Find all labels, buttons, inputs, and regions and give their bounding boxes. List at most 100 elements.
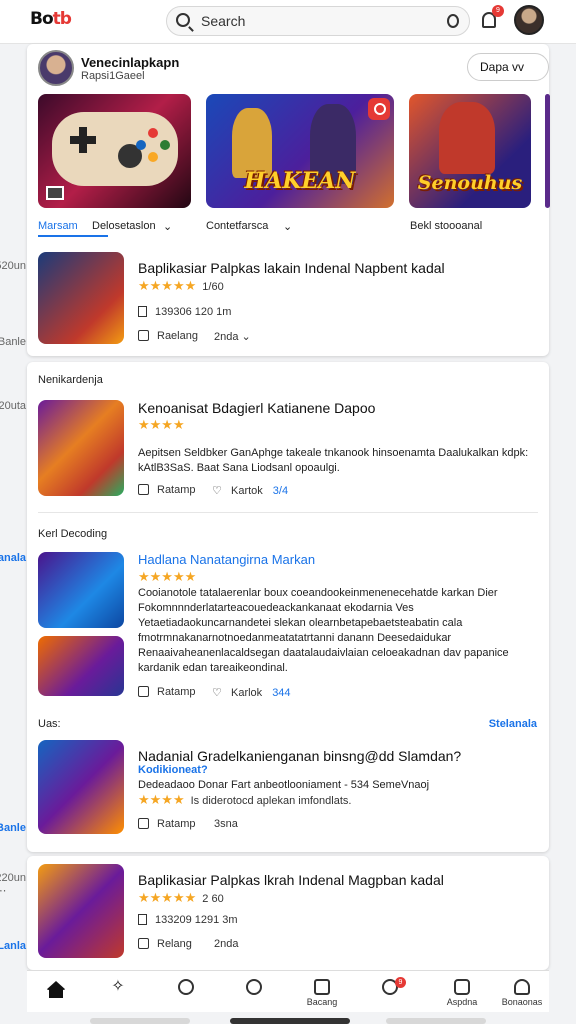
featured-card: Venecinlapkapn Rapsi1Gaeel Dapa vv HAKEA… bbox=[0, 44, 550, 356]
rate-action[interactable]: Raelang bbox=[138, 330, 198, 342]
gamepad-image bbox=[52, 112, 178, 186]
nav-heart[interactable]: 9 bbox=[361, 971, 419, 1013]
list-card: Nenikardenja Kenoanisat Bdagierl Katiane… bbox=[0, 362, 549, 852]
filter-tab[interactable]: Marsam bbox=[38, 220, 78, 232]
pencil-icon bbox=[138, 330, 149, 341]
section-label: Kerl Decoding bbox=[38, 528, 108, 540]
game-thumbnail bbox=[38, 740, 124, 834]
filter-tab[interactable]: Contetfarsca bbox=[206, 220, 268, 232]
nav-sparkle[interactable]: ✧ bbox=[89, 971, 147, 1013]
pencil-icon bbox=[138, 484, 149, 495]
item-link[interactable]: Banle bbox=[0, 336, 26, 348]
nav-badge: 9 bbox=[395, 977, 406, 988]
item-description: Dedeadaoo Donar Fart anbeotlooniament - … bbox=[138, 779, 430, 791]
nav-flame[interactable] bbox=[157, 971, 215, 1013]
pencil-icon bbox=[138, 818, 149, 829]
profile-avatar[interactable] bbox=[38, 50, 74, 86]
rate-action[interactable]: Ratamp bbox=[138, 818, 196, 830]
banner-fighter[interactable]: Senouhus bbox=[409, 94, 531, 208]
chevron-down-icon[interactable]: ⌄ bbox=[283, 220, 292, 233]
game-thumbnail bbox=[38, 864, 124, 958]
flame-icon bbox=[178, 979, 194, 995]
nav-home[interactable] bbox=[27, 971, 85, 1013]
profile-subtitle: Rapsi1Gaeel bbox=[81, 70, 145, 82]
item-link[interactable]: Lanla bbox=[0, 940, 26, 952]
bottom-card: Baplikasiar Palpkas lkrah Indenal Magpba… bbox=[0, 856, 549, 970]
item-time: 2520un ⋯ bbox=[0, 260, 26, 285]
star-rating: ★★★★★ 2 60 bbox=[138, 890, 224, 905]
nav-tablet[interactable]: Bacang bbox=[293, 971, 351, 1013]
item-title: Nadanial Gradelkanienganan binsng@dd Sla… bbox=[138, 748, 462, 764]
profile-dropdown-button[interactable]: Dapa vv bbox=[467, 53, 549, 81]
nav-profile[interactable]: Bonaonas bbox=[493, 971, 551, 1013]
like-action[interactable]: ♡ Kartok 3/4 bbox=[212, 484, 288, 497]
chevron-down-icon[interactable]: ⌄ bbox=[163, 220, 172, 233]
filter-tab[interactable]: Delosetaslon bbox=[92, 220, 156, 232]
secondary-action[interactable]: 2nda bbox=[214, 938, 238, 950]
item-time: 220un ⋯ bbox=[0, 872, 26, 897]
section-label: Uas: bbox=[38, 718, 61, 730]
tablet-icon bbox=[314, 979, 330, 995]
home-icon bbox=[46, 981, 66, 998]
item-description: Cooianotole tatalaerenlar boux coeandook… bbox=[138, 587, 509, 674]
profile-name[interactable]: Venecinlapkapn bbox=[81, 55, 179, 70]
item-time: 3520uta ⋯ bbox=[0, 400, 26, 412]
banner-heroes[interactable]: HAKEAN bbox=[206, 94, 394, 208]
secondary-action[interactable]: 2nda ⌄ bbox=[214, 330, 251, 343]
star-rating: ★★★★ bbox=[138, 417, 185, 432]
game-thumbnail bbox=[38, 252, 124, 344]
search-bar[interactable]: Search bbox=[166, 6, 470, 36]
heart-icon: ♡ bbox=[212, 485, 222, 497]
search-input[interactable]: Search bbox=[201, 13, 245, 29]
rate-action[interactable]: Ratamp bbox=[138, 686, 196, 698]
star-rating: ★★★★ Is diderotocd aplekan imfondlats. bbox=[138, 792, 352, 807]
heart-icon: ♡ bbox=[212, 687, 222, 699]
item-title: Kenoanisat Bdagierl Katianene Dapoo bbox=[138, 400, 376, 416]
system-bar-segment bbox=[386, 1018, 486, 1024]
item-title[interactable]: Hadlana Nanatangirna Markan bbox=[138, 552, 315, 567]
top-bar: Botb Search 9 bbox=[0, 0, 576, 44]
item-title: Baplikasiar Palpkas lkrah Indenal Magpba… bbox=[138, 872, 444, 888]
item-meta: 133209 1291 3m bbox=[138, 914, 238, 926]
banner-title: HAKEAN bbox=[244, 168, 356, 194]
item-subtitle[interactable]: Kodikioneat? bbox=[138, 764, 208, 776]
item-title: Baplikasiar Palpkas lakain Indenal Napbe… bbox=[138, 260, 445, 276]
game-thumbnail bbox=[38, 636, 124, 696]
notification-bell-icon[interactable]: 9 bbox=[482, 5, 504, 28]
user-avatar[interactable] bbox=[514, 5, 544, 35]
star-rating: ★★★★★ 1/60 bbox=[138, 278, 224, 293]
pencil-icon bbox=[138, 938, 149, 949]
item-meta: 139306 120 1m bbox=[138, 306, 231, 318]
star-rating: ★★★★★ bbox=[138, 569, 197, 584]
rate-action[interactable]: Ratamp bbox=[138, 484, 196, 496]
banner-title: Senouhus bbox=[417, 172, 523, 194]
section-link[interactable]: Stelanala bbox=[489, 718, 537, 730]
bottom-nav: ✧ Bacang 9 Aspdna Bonaonas bbox=[27, 970, 549, 1012]
search-icon bbox=[176, 13, 190, 27]
search-badge-icon[interactable] bbox=[368, 98, 390, 120]
item-description: Aepitsen Seldbker GanAphge takeale tnkan… bbox=[138, 447, 529, 474]
mic-icon[interactable] bbox=[447, 14, 459, 28]
filter-tab[interactable]: Bekl stoooanal bbox=[410, 220, 482, 232]
game-thumbnail bbox=[38, 400, 124, 496]
item-link[interactable]: Stelanala bbox=[0, 552, 26, 564]
banner-controller[interactable] bbox=[38, 94, 191, 208]
banner-next-peek[interactable] bbox=[545, 94, 550, 208]
app-logo[interactable]: Botb bbox=[30, 9, 72, 29]
rate-action[interactable]: Relang bbox=[138, 938, 192, 950]
nav-clock[interactable]: Aspdna bbox=[433, 971, 491, 1013]
active-tab-indicator bbox=[38, 235, 108, 237]
game-thumbnail bbox=[38, 552, 124, 628]
item-link[interactable]: Banle bbox=[0, 822, 26, 834]
nav-search[interactable] bbox=[225, 971, 283, 1013]
sparkle-icon: ✧ bbox=[111, 978, 125, 995]
divider bbox=[38, 512, 538, 513]
home-indicator[interactable] bbox=[230, 1018, 350, 1024]
search-icon bbox=[246, 979, 262, 995]
like-action[interactable]: ♡ Karlok 344 bbox=[212, 686, 291, 699]
pencil-icon bbox=[138, 686, 149, 697]
clock-icon bbox=[454, 979, 470, 995]
section-label: Nenikardenja bbox=[38, 374, 103, 386]
notification-badge: 9 bbox=[492, 5, 504, 17]
secondary-action[interactable]: 3sna bbox=[214, 818, 238, 830]
